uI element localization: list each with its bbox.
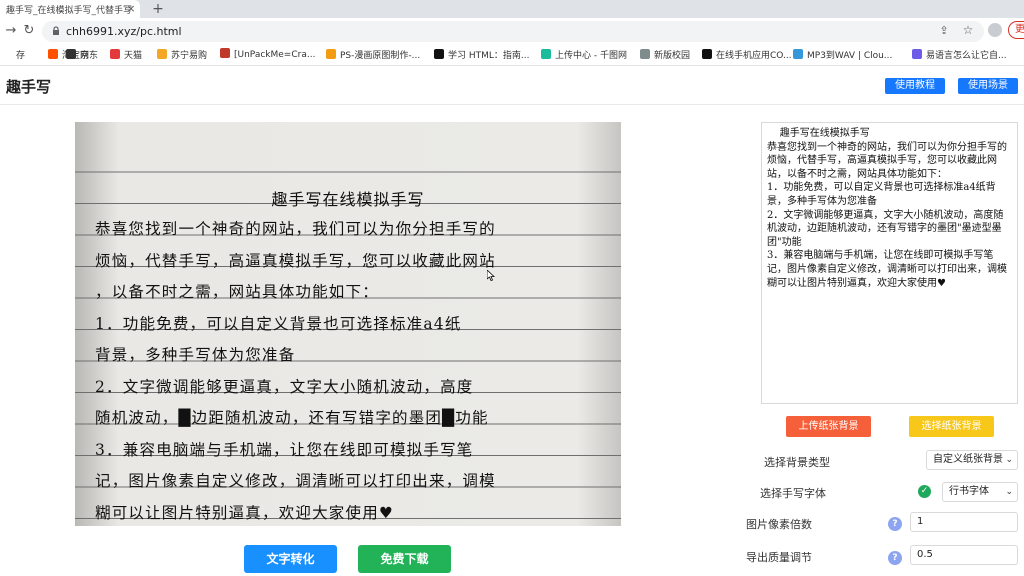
bookmark-favicon-icon [157, 49, 167, 59]
handwriting-title: 趣手写在线模拟手写 [271, 190, 425, 209]
pixel-ratio-label: 图片像素倍数 [746, 518, 812, 531]
handwriting-line: 3．兼容电脑端与手机端，让您在线即可模拟手写笔 [95, 440, 474, 459]
bookmark-favicon-icon [793, 49, 803, 59]
mouse-cursor-icon [487, 270, 495, 281]
bookmark-item[interactable]: PS-漫画原图制作-... [326, 48, 420, 62]
bookmark-label: 天猫 [124, 51, 143, 61]
tab-title: 趣手写_在线模拟手写_代替手写 [6, 6, 133, 16]
export-quality-input[interactable]: 0.5 [910, 545, 1018, 565]
font-select[interactable]: 行书字体 ⌄ [942, 482, 1018, 502]
handwriting-line: 记，图片像素自定义修改，调清晰可以打印出来，调模 [95, 472, 496, 490]
bookmark-label: 存 [16, 51, 26, 61]
bookmark-favicon-icon [66, 49, 76, 59]
export-quality-label: 导出质量调节 [746, 551, 812, 564]
scenario-button[interactable]: 使用场景 [958, 78, 1018, 94]
bookmark-favicon-icon [220, 48, 230, 58]
browser-toolbar: → ↻ chh6991.xyz/pc.html ⇪ ☆ [0, 18, 1024, 44]
upload-paper-background-button[interactable]: 上传纸张背景 [786, 416, 871, 437]
handwriting-line: 2．文字微调能够更逼真，文字大小随机波动，高度 [95, 377, 474, 396]
help-icon[interactable]: ? [888, 551, 902, 565]
bookmark-item[interactable]: 苏宁易购 [157, 48, 207, 62]
tab-close-icon[interactable]: × [124, 2, 138, 16]
browser-tab[interactable]: 趣手写_在线模拟手写_代替手写 [0, 0, 140, 18]
bookmark-favicon-icon [326, 49, 336, 59]
address-bar[interactable]: chh6991.xyz/pc.html ⇪ ☆ [42, 21, 984, 42]
page-header: 趣手写 使用教程 使用场景 [0, 67, 1024, 105]
bookmark-favicon-icon [541, 49, 551, 59]
bookmark-item[interactable]: 学习 HTML：指南... [434, 48, 530, 62]
bookmark-label: 京东 [80, 51, 99, 61]
browser-tab-strip: 趣手写_在线模拟手写_代替手写 × + [0, 0, 1024, 18]
bookmark-label: 新版校园 [654, 51, 691, 61]
background-type-select[interactable]: 自定义纸张背景 ⌄ [926, 450, 1018, 470]
bookmark-label: 在线手机应用CO... [716, 51, 792, 61]
background-type-value: 自定义纸张背景 [933, 454, 1003, 465]
background-type-label: 选择背景类型 [764, 456, 830, 469]
handwriting-line: 1．功能免费，可以自定义背景也可选择标准a4纸 [95, 314, 462, 333]
bookmark-item[interactable]: 新版校园 [640, 48, 690, 62]
bookmark-label: MP3到WAV | Clou... [807, 51, 893, 61]
new-tab-icon[interactable]: + [150, 1, 166, 17]
bookmark-favicon-icon [110, 49, 120, 59]
source-text-area[interactable]: 趣手写在线模拟手写 恭喜您找到一个神奇的网站，我们可以为你分担手写的烦恼，代替手… [761, 122, 1018, 404]
handwriting-line: 背景，多种手写体为您准备 [95, 346, 296, 364]
choose-paper-background-button[interactable]: 选择纸张背景 [909, 416, 994, 437]
handwriting-line: 糊可以让图片特别逼真，欢迎大家使用♥ [95, 503, 394, 522]
bookmark-favicon-icon [48, 49, 58, 59]
reload-icon[interactable]: ↻ [20, 22, 38, 40]
bookmark-label: 学习 HTML：指南... [448, 51, 530, 61]
bookmark-star-icon[interactable]: ☆ [960, 23, 976, 39]
check-circle-icon: ✓ [918, 485, 931, 498]
bookmark-item[interactable]: [UnPackMe=Cra... [220, 48, 315, 62]
handwriting-line: 随机波动，█边距随机波动，还有写错字的墨团█功能 [95, 409, 489, 427]
url-text: chh6991.xyz/pc.html [66, 25, 182, 38]
bookmark-item[interactable]: 天猫 [110, 48, 142, 62]
handwriting-line: 烦恼，代替手写，高逼真模拟手写，您可以收藏此网站 [95, 251, 496, 270]
font-select-value: 行书字体 [949, 486, 989, 497]
convert-text-button[interactable]: 文字转化 [244, 545, 337, 573]
share-icon[interactable]: ⇪ [936, 24, 952, 40]
bookmark-item[interactable]: 在线手机应用CO... [702, 48, 792, 62]
tutorial-button[interactable]: 使用教程 [885, 78, 945, 94]
bookmark-item[interactable]: MP3到WAV | Clou... [793, 48, 892, 62]
bookmark-label: 苏宁易购 [171, 51, 208, 61]
bookmark-item[interactable]: 京东 [66, 48, 98, 62]
bookmark-label: 上传中心 - 千图网 [555, 51, 627, 61]
bookmark-item[interactable]: 存 [2, 48, 25, 62]
bookmark-favicon-icon [912, 49, 922, 59]
forward-icon[interactable]: → [2, 22, 20, 40]
font-select-label: 选择手写字体 [760, 487, 826, 500]
handwriting-line: 恭喜您找到一个神奇的网站，我们可以为你分担手写的 [95, 220, 496, 238]
handwriting-preview: 趣手写在线模拟手写 恭喜您找到一个神奇的网站，我们可以为你分担手写的 烦恼，代替手… [75, 122, 621, 526]
bookmark-favicon-icon [2, 49, 12, 59]
site-logo[interactable]: 趣手写 [6, 76, 51, 97]
chevron-down-icon: ⌄ [1005, 487, 1013, 497]
lock-icon [53, 26, 59, 35]
bookmarks-bar: 存淘宝网京东天猫苏宁易购[UnPackMe=Cra...PS-漫画原图制作-..… [0, 44, 1024, 66]
pixel-ratio-input[interactable]: 1 [910, 512, 1018, 532]
bookmark-label: [UnPackMe=Cra... [234, 50, 316, 60]
browser-update-button[interactable]: 更 [1008, 21, 1024, 39]
handwriting-line: ，以备不时之需，网站具体功能如下： [95, 283, 379, 301]
bookmark-favicon-icon [702, 49, 712, 59]
bookmark-item[interactable]: 上传中心 - 千图网 [541, 48, 627, 62]
bookmark-favicon-icon [434, 49, 444, 59]
help-icon[interactable]: ? [888, 517, 902, 531]
free-download-button[interactable]: 免费下载 [358, 545, 451, 573]
bookmark-item[interactable]: 易语言怎么让它自... [912, 48, 1007, 62]
profile-avatar-icon[interactable] [988, 23, 1002, 37]
bookmark-favicon-icon [640, 49, 650, 59]
bookmark-label: PS-漫画原图制作-... [340, 51, 421, 61]
chevron-down-icon: ⌄ [1005, 455, 1013, 465]
bookmark-label: 易语言怎么让它自... [926, 51, 1007, 61]
